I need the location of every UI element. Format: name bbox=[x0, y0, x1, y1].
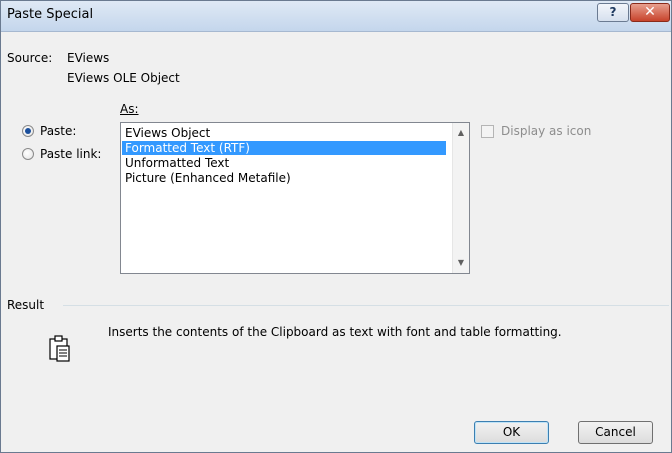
as-label: As: bbox=[120, 102, 139, 116]
paste-special-dialog: Paste Special ? ✕ Source: EViews EViews … bbox=[0, 0, 672, 453]
close-icon: ✕ bbox=[644, 4, 656, 20]
scroll-up-icon[interactable]: ▲ bbox=[453, 128, 469, 137]
scroll-down-icon[interactable]: ▼ bbox=[453, 258, 469, 267]
result-group-divider bbox=[63, 305, 669, 306]
ok-button[interactable]: OK bbox=[474, 421, 549, 444]
display-as-icon-label: Display as icon bbox=[501, 124, 592, 138]
paste-as-list[interactable]: EViews Object Formatted Text (RTF) Unfor… bbox=[120, 122, 470, 274]
clipboard-icon bbox=[49, 335, 70, 362]
title-bar: Paste Special ? ✕ bbox=[1, 1, 671, 32]
paste-link-radio[interactable] bbox=[22, 148, 34, 160]
list-item[interactable]: Unformatted Text bbox=[122, 156, 229, 170]
result-group-label: Result bbox=[7, 298, 45, 312]
paste-link-radio-label[interactable]: Paste link: bbox=[40, 147, 101, 161]
close-button[interactable]: ✕ bbox=[630, 3, 670, 22]
source-object: EViews OLE Object bbox=[67, 71, 180, 85]
cancel-button[interactable]: Cancel bbox=[578, 421, 653, 444]
list-item[interactable]: EViews Object bbox=[122, 126, 210, 140]
paste-radio-dot bbox=[25, 128, 31, 134]
source-app: EViews bbox=[67, 51, 110, 65]
help-button[interactable]: ? bbox=[597, 3, 629, 22]
result-description: Inserts the contents of the Clipboard as… bbox=[108, 325, 562, 339]
help-icon: ? bbox=[609, 5, 617, 19]
window-title: Paste Special bbox=[7, 7, 94, 22]
display-as-icon-checkbox[interactable] bbox=[481, 125, 494, 138]
paste-radio[interactable] bbox=[22, 125, 34, 137]
paste-radio-label[interactable]: Paste: bbox=[40, 124, 76, 138]
source-label: Source: bbox=[7, 51, 53, 65]
list-scrollbar[interactable]: ▲ ▼ bbox=[452, 123, 469, 273]
list-item[interactable]: Picture (Enhanced Metafile) bbox=[122, 171, 291, 185]
list-item-selected[interactable]: Formatted Text (RTF) bbox=[122, 141, 446, 155]
